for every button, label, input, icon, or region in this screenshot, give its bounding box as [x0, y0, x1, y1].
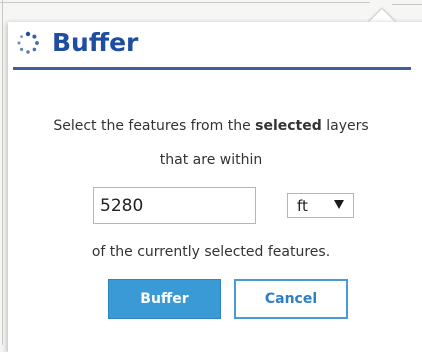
spinner-icon [16, 31, 40, 55]
popup-pointer [368, 9, 396, 23]
within-label: that are within [159, 152, 263, 168]
header-divider [13, 67, 411, 70]
selected-features-label: of the currently selected features. [91, 244, 331, 260]
dialog-header: Buffer [16, 28, 138, 57]
instruction-suffix: layers [321, 118, 369, 134]
instruction-bold: selected [255, 118, 322, 134]
instruction-prefix: Select the features from the [53, 118, 256, 134]
dialog-title: Buffer [52, 28, 139, 57]
instruction-line: Select the features from the selected la… [0, 118, 422, 134]
cancel-button[interactable]: Cancel [234, 279, 348, 319]
buffer-button[interactable]: Buffer [108, 279, 221, 319]
unit-select[interactable]: ft [287, 193, 354, 218]
distance-input[interactable] [93, 187, 256, 224]
dropdown-arrow-icon [334, 200, 344, 209]
unit-select-value: ft [297, 196, 308, 215]
